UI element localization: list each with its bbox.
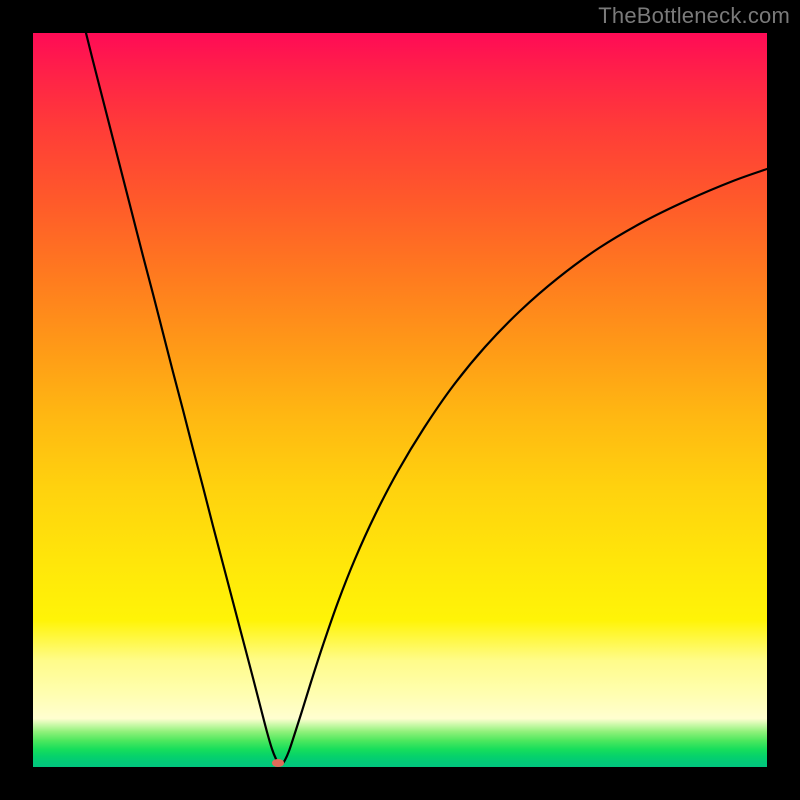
min-marker <box>272 759 284 767</box>
chart-frame: TheBottleneck.com <box>0 0 800 800</box>
curve-svg <box>33 33 767 767</box>
curve-line <box>86 33 767 765</box>
watermark-text: TheBottleneck.com <box>598 3 790 29</box>
plot-area <box>33 33 767 767</box>
